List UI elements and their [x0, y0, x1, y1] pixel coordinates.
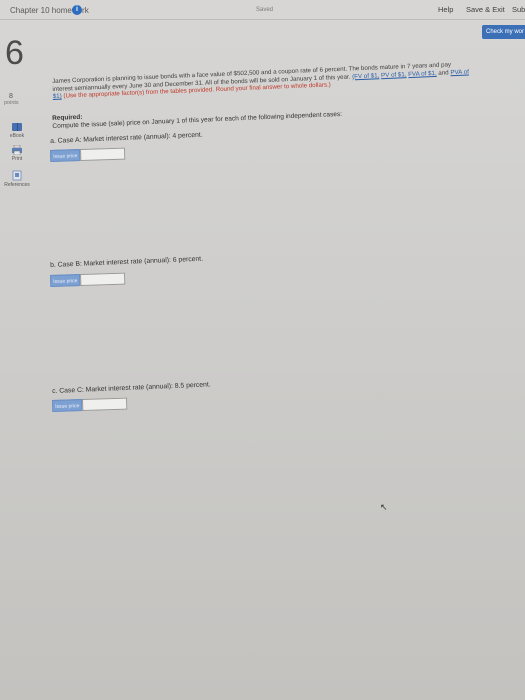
case-c-label: c. Case C: Market interest rate (annual)… [52, 381, 211, 395]
case-c-issue-price-input[interactable] [81, 397, 128, 412]
and-text: and [438, 68, 449, 77]
case-a-label: a. Case A: Market interest rate (annual)… [50, 131, 203, 145]
info-icon[interactable]: i [72, 5, 82, 15]
screen: Chapter 10 homework i Saved Help Save & … [0, 0, 525, 700]
points-label: points [4, 100, 19, 106]
references-tool[interactable]: References [0, 170, 34, 188]
case-b-issue-price-input[interactable] [79, 272, 126, 287]
ebook-tool[interactable]: eBook [0, 122, 34, 139]
save-exit-button[interactable]: Save & Exit [466, 5, 505, 14]
references-icon [12, 170, 22, 181]
required-instruction: Compute the issue (sale) price on Januar… [52, 110, 343, 130]
case-c-answer-row: Issue price [52, 397, 132, 412]
saved-status: Saved [256, 7, 274, 13]
pv-table-link[interactable]: PV of $1, [381, 71, 407, 79]
submit-button[interactable]: Subm [512, 5, 525, 14]
fv-table-link[interactable]: (FV of $1, [352, 72, 379, 80]
ebook-label: eBook [9, 133, 25, 139]
case-c-field-label: Issue price [52, 399, 83, 412]
top-bar: Chapter 10 homework i Saved Help Save & … [0, 0, 525, 20]
case-a-issue-price-input[interactable] [79, 147, 126, 162]
references-label: References [4, 182, 30, 188]
case-b-label: b. Case B: Market interest rate (annual)… [50, 255, 204, 269]
required-section: Required: Compute the issue (sale) price… [52, 97, 472, 131]
required-heading: Required: [52, 113, 83, 122]
help-link[interactable]: Help [438, 5, 453, 14]
case-a-answer-row: Issue price [50, 147, 130, 162]
printer-icon [12, 145, 22, 155]
problem-statement: James Corporation is planning to issue b… [52, 60, 473, 100]
mouse-cursor-icon: ↖ [380, 502, 388, 512]
case-b-answer-row: Issue price [50, 272, 130, 287]
print-tool[interactable]: Print [0, 145, 34, 162]
points-value: 8 [9, 93, 13, 100]
case-a-field-label: Issue price [50, 149, 81, 162]
question-number: 6 [5, 34, 24, 72]
print-label: Print [11, 156, 23, 162]
check-my-work-button[interactable]: Check my wor [482, 25, 525, 39]
fva-table-link[interactable]: FVA of $1, [408, 69, 437, 77]
book-icon [12, 123, 22, 131]
case-b-field-label: Issue price [50, 274, 81, 287]
